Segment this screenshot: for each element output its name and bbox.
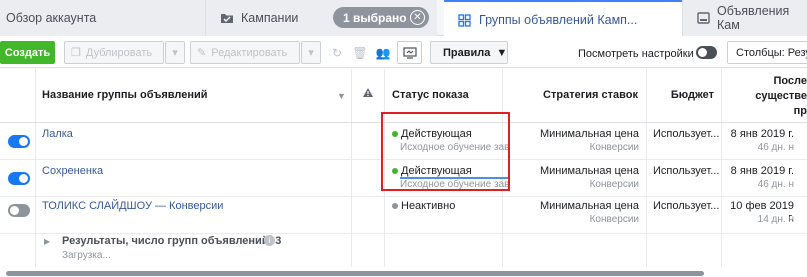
status-highlight-box — [381, 112, 510, 191]
rules-dropdown[interactable]: Правила ▼ — [430, 41, 508, 64]
people-icon[interactable]: 👥 — [375, 45, 391, 61]
edit-button-label: Редактировать — [211, 46, 288, 59]
header-budget[interactable]: Бюджет — [650, 89, 714, 101]
summary-text: Результаты, число групп объявлений: 3 — [62, 235, 282, 247]
bid-strategy: Минимальная цена — [539, 128, 639, 140]
duplicate-button-label: Дублировать — [85, 46, 153, 59]
budget-value: Использует... — [653, 200, 720, 212]
folder-icon — [220, 12, 234, 24]
adset-toggle[interactable] — [8, 204, 30, 217]
duplicate-icon: ❐ — [71, 47, 81, 59]
chevron-down-icon: ▾ — [172, 47, 178, 59]
sort-caret-icon[interactable]: ▼ — [337, 91, 346, 101]
last-edit-date: 8 янв 2019 г. — [730, 165, 794, 177]
tab-adsets[interactable]: Группы объявлений Камп... — [444, 0, 682, 37]
adset-toggle[interactable] — [8, 135, 30, 148]
bid-strategy-sub: Конверсии — [589, 214, 639, 225]
duplicate-dropdown-button[interactable]: ▾ — [165, 41, 185, 64]
rules-label: Правила — [443, 46, 491, 59]
create-button[interactable]: Создать — [0, 41, 55, 64]
bid-strategy: Минимальная цена — [539, 200, 639, 212]
budget-value: Использует... — [653, 128, 720, 140]
adsets-table: Название группы объявлений ▼ Статус пока… — [0, 69, 807, 277]
last-edit-subtext: 46 дн. н — [757, 142, 794, 153]
budget-value: Использует... — [653, 165, 720, 177]
edit-button[interactable]: ✎ Редактировать — [190, 41, 300, 64]
horizontal-scrollbar[interactable] — [6, 271, 704, 276]
tab-campaigns-label: Кампании — [241, 11, 299, 25]
summary-row: ▶ Результаты, число групп объявлений: 3 … — [0, 229, 807, 271]
view-settings-toggle[interactable] — [696, 46, 717, 59]
last-edit-date: 8 янв 2019 г. — [730, 128, 794, 140]
columns-label: Столбцы: Резу — [736, 46, 807, 59]
tab-strip: Обзор аккаунта Кампании 1 выбрано ✕ Груп… — [0, 0, 807, 37]
header-bid-strategy[interactable]: Стратегия ставок — [510, 89, 638, 101]
status-dot — [392, 203, 398, 210]
pencil-icon: ✎ — [197, 47, 207, 59]
tab-ads-label: Объявления Кам — [717, 4, 790, 32]
adset-name-link[interactable]: ТОЛИКС СЛАЙДШОУ — Конверсии — [42, 200, 223, 212]
header-last-line3: пр — [793, 105, 807, 117]
delivery-status: Неактивно — [392, 200, 455, 212]
warning-icon — [362, 87, 374, 101]
adset-name-link[interactable]: Сохрененка — [42, 165, 103, 177]
ab-test-button[interactable] — [397, 41, 422, 64]
header-last-significant-edit[interactable]: После существе пр — [730, 74, 807, 119]
duplicate-button[interactable]: ❐ Дублировать — [64, 41, 164, 64]
chevron-down-icon: ▾ — [308, 47, 314, 59]
columns-dropdown[interactable]: Столбцы: Резу — [727, 41, 807, 64]
header-adset-name[interactable]: Название группы объявлений — [42, 89, 208, 101]
tab-account-overview[interactable]: Обзор аккаунта — [0, 0, 205, 36]
tab-account-overview-label: Обзор аккаунта — [6, 11, 97, 25]
clear-selection-icon[interactable]: ✕ — [410, 10, 425, 25]
adset-name-link[interactable]: Лалка — [42, 128, 73, 140]
info-icon[interactable]: i — [264, 235, 275, 246]
caret-down-icon: ▼ — [496, 46, 508, 59]
grid-icon — [458, 13, 472, 27]
view-settings-label: Посмотреть настройки — [578, 48, 694, 60]
last-edit-subtext: 14 дн. н — [757, 214, 794, 225]
expand-caret-icon[interactable]: ▶ — [44, 237, 50, 246]
selected-count-label: 1 выбрано — [343, 10, 407, 25]
bid-strategy-sub: Конверсии — [589, 142, 639, 153]
bid-strategy: Минимальная цена — [539, 165, 639, 177]
toolbar: Создать ❐ Дублировать ▾ ✎ Редактировать … — [0, 37, 807, 68]
header-delivery-status[interactable]: Статус показа — [392, 89, 469, 101]
last-edit-subtext: 46 дн. н — [757, 179, 794, 190]
edit-dropdown-button[interactable]: ▾ — [301, 41, 321, 64]
tab-campaigns[interactable]: Кампании 1 выбрано ✕ — [205, 0, 437, 36]
tab-ads[interactable]: Объявления Кам — [682, 0, 807, 36]
header-last-line2: существе — [755, 90, 807, 102]
create-button-label: Создать — [4, 46, 51, 59]
bid-strategy-sub: Конверсии — [589, 179, 639, 190]
selected-count-badge[interactable]: 1 выбрано ✕ — [333, 7, 429, 28]
ab-test-icon — [402, 46, 417, 59]
ad-icon — [697, 12, 710, 24]
header-last-line1: После — [773, 75, 807, 87]
tab-adsets-label: Группы объявлений Камп... — [479, 12, 638, 27]
undo-icon[interactable]: ↻ — [329, 45, 345, 61]
trash-icon[interactable]: 🗑 — [352, 45, 368, 61]
adset-toggle[interactable] — [8, 172, 30, 185]
status-text: Неактивно — [401, 200, 456, 212]
loading-text: Загрузка... — [62, 250, 111, 261]
